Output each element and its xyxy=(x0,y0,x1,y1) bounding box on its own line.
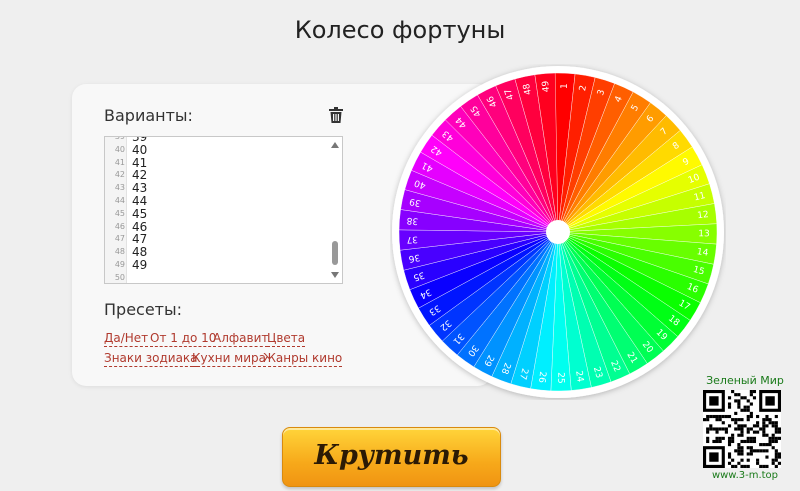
preset-alphabet[interactable]: Алфавит xyxy=(213,331,269,347)
line-number: 50 xyxy=(114,272,125,282)
wheel-sector-label: 38 xyxy=(406,215,418,226)
wheel-graphic: 1 234567891011121314151617181920212223242… xyxy=(392,66,724,398)
wheel-sector-label: 25 xyxy=(555,372,565,384)
line-number: 45 xyxy=(114,208,125,218)
preset-yes-no[interactable]: Да/Нет xyxy=(104,331,149,347)
preset-movie-genres[interactable]: Жанры кино xyxy=(263,351,343,367)
wheel-sector-label: 36 xyxy=(407,252,420,264)
wheel-hub xyxy=(546,220,570,244)
line-number: 41 xyxy=(114,157,125,167)
wheel-sector-label: 13 xyxy=(698,229,710,239)
wheel-sector-label: 14 xyxy=(696,247,709,259)
scroll-down-icon[interactable] xyxy=(331,272,339,278)
wheel-sector-label: 1 xyxy=(560,83,570,89)
line-number: 46 xyxy=(114,221,125,231)
qr-code xyxy=(703,390,781,468)
wheel-sector-label: 26 xyxy=(536,371,547,384)
variant-line: 45 xyxy=(132,206,148,221)
spin-button[interactable]: Крутить xyxy=(282,427,501,487)
variant-line: 40 xyxy=(132,142,148,157)
wheel-sector-label: 37 xyxy=(406,234,418,245)
presets-label: Пресеты: xyxy=(104,300,183,319)
watermark-site: www.3-m.top xyxy=(711,470,779,481)
spin-button-label: Крутить xyxy=(314,440,469,471)
watermark-brand: Зеленый Мир xyxy=(706,374,784,387)
preset-zodiac[interactable]: Знаки зодиака xyxy=(104,351,198,367)
wheel-sector-label: 49 xyxy=(541,80,552,93)
line-number: 44 xyxy=(114,196,125,205)
preset-colors[interactable]: Цвета xyxy=(267,331,306,347)
variants-textarea[interactable]: 39 40 41 42 43 44 45 46 47 48 49 50 39 4… xyxy=(104,136,343,284)
wheel-sector-label: 12 xyxy=(697,210,710,221)
line-number: 42 xyxy=(114,170,125,180)
page-title: Колесо фортуны xyxy=(294,16,506,44)
line-number: 49 xyxy=(114,260,125,269)
variants-label: Варианты: xyxy=(104,106,193,125)
editor-scrollbar[interactable] xyxy=(328,137,342,283)
scroll-thumb[interactable] xyxy=(332,241,338,265)
trash-icon[interactable] xyxy=(329,107,343,123)
variant-line: 49 xyxy=(132,258,148,272)
line-number: 47 xyxy=(114,234,125,244)
line-number-gutter: 39 40 41 42 43 44 45 46 47 48 49 50 xyxy=(105,137,127,283)
scroll-up-icon[interactable] xyxy=(331,142,339,148)
wheel-sector-label: 24 xyxy=(573,370,585,383)
line-number: 40 xyxy=(114,144,125,154)
line-number: 39 xyxy=(114,136,125,141)
preset-cuisines[interactable]: Кухни мира xyxy=(192,351,267,367)
preset-1-to-10[interactable]: От 1 до 10 xyxy=(150,331,217,347)
variant-line: 44 xyxy=(132,194,148,208)
fortune-wheel[interactable]: 1 2 3 4 5 6 7 8 9 10 11 12 13 14 15 16 17 18 19 20 21 22 23 24 2… xyxy=(390,64,726,400)
line-number: 48 xyxy=(114,247,125,257)
line-number: 43 xyxy=(114,183,125,193)
